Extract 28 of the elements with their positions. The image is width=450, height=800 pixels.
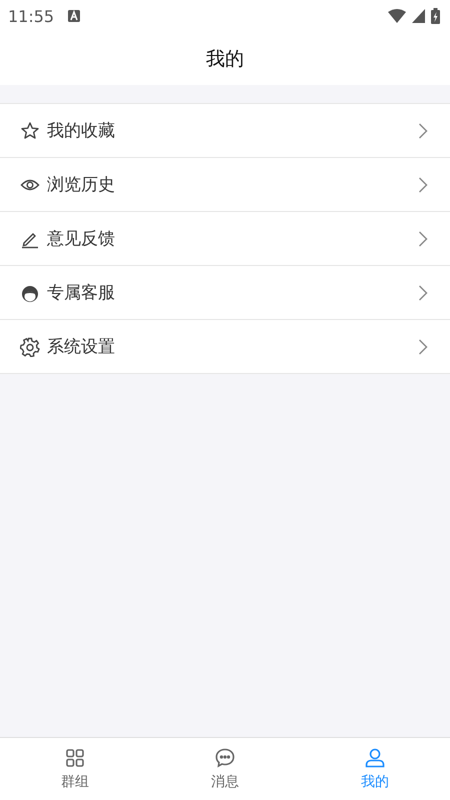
gear-icon bbox=[20, 336, 40, 356]
chevron-icon bbox=[418, 176, 428, 192]
star-icon bbox=[20, 120, 40, 140]
person-icon bbox=[364, 747, 386, 769]
battery-icon bbox=[431, 8, 440, 24]
menu-label: 系统设置 bbox=[47, 336, 116, 358]
chevron-icon bbox=[418, 122, 428, 138]
notification-icon bbox=[68, 10, 80, 22]
status-time: 11:55 bbox=[8, 6, 54, 26]
page-title: 我的 bbox=[206, 46, 244, 72]
chevron-icon bbox=[418, 338, 428, 354]
tab[interactable]: 群组 bbox=[0, 738, 150, 800]
menu-item[interactable]: 浏览历史 bbox=[0, 158, 450, 212]
menu-label: 专属客服 bbox=[47, 282, 116, 304]
menu-label: 浏览历史 bbox=[47, 174, 116, 196]
menu-item[interactable]: 专属客服 bbox=[0, 266, 450, 320]
chevron-icon bbox=[418, 230, 428, 246]
grid-icon bbox=[64, 747, 86, 769]
signal-icon bbox=[412, 9, 425, 23]
menu-item[interactable]: 系统设置 bbox=[0, 320, 450, 374]
tab[interactable]: 消息 bbox=[150, 738, 300, 800]
menu-item[interactable]: 我的收藏 bbox=[0, 104, 450, 158]
chat-bubble-icon bbox=[214, 747, 236, 769]
menu-label: 意见反馈 bbox=[47, 228, 116, 250]
chevron-icon bbox=[418, 284, 428, 300]
menu-label: 我的收藏 bbox=[47, 120, 116, 142]
wifi-icon bbox=[388, 9, 406, 23]
menu-item[interactable]: 意见反馈 bbox=[0, 212, 450, 266]
